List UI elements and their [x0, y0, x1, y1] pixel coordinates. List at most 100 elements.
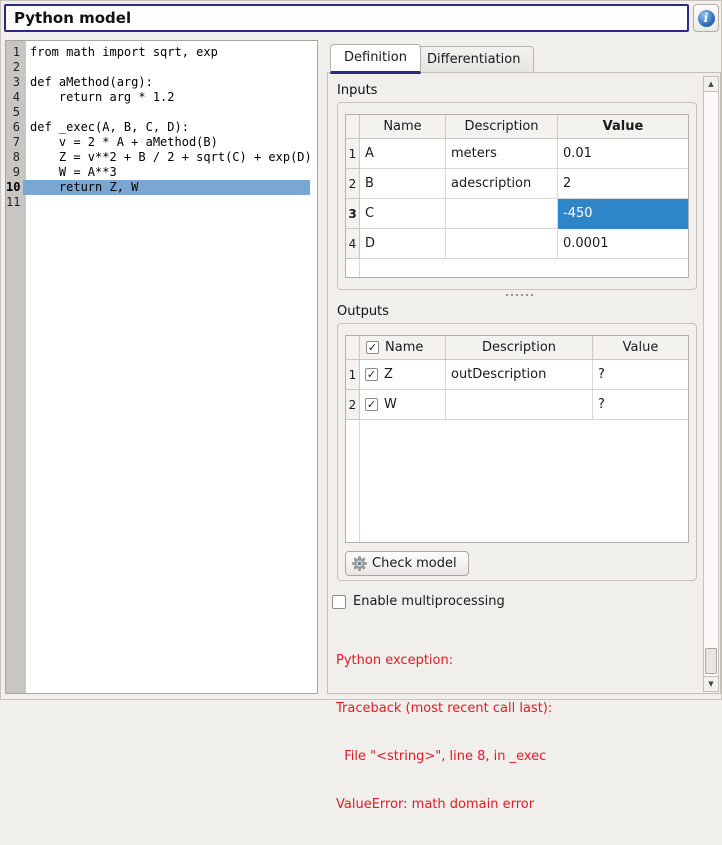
enable-multiprocessing-label: Enable multiprocessing: [353, 594, 505, 609]
vertical-scrollbar[interactable]: ▲ ▼: [703, 76, 719, 692]
inputs-table: Name Description Value 1 A meters 0.01 2…: [345, 114, 689, 278]
code-line: 7 v = 2 * A + aMethod(B): [6, 135, 317, 150]
scrollbar-up-button[interactable]: ▲: [704, 77, 718, 92]
code-line: 4 return arg * 1.2: [6, 90, 317, 105]
inputs-cell-description[interactable]: adescription: [446, 169, 558, 199]
inputs-header-description[interactable]: Description: [446, 115, 558, 139]
inputs-table-empty-area: [346, 259, 360, 277]
inputs-table-empty-area: [360, 259, 688, 277]
inputs-header-name[interactable]: Name: [360, 115, 446, 139]
outputs-corner-header: [346, 336, 360, 360]
code-text[interactable]: v = 2 * A + aMethod(B): [23, 135, 310, 150]
gear-icon: [352, 556, 367, 571]
inputs-group: Name Description Value 1 A meters 0.01 2…: [337, 102, 697, 290]
outputs-header-checkbox[interactable]: ✓: [366, 341, 379, 354]
output-row-checkbox[interactable]: ✓: [365, 398, 378, 411]
code-text[interactable]: [23, 105, 310, 120]
code-line: 6def _exec(A, B, C, D):: [6, 120, 317, 135]
tab-definition[interactable]: Definition: [330, 44, 421, 74]
error-line: File "<string>", line 8, in _exec: [336, 749, 702, 765]
code-text[interactable]: def aMethod(arg):: [23, 75, 310, 90]
code-text[interactable]: [23, 60, 310, 75]
outputs-table: ✓ Name Description Value 1 ✓ Z outDescri…: [345, 335, 689, 543]
arrow-up-icon: ▲: [708, 80, 713, 88]
outputs-cell-name[interactable]: ✓ Z: [360, 360, 446, 390]
scrollbar-down-button[interactable]: ▼: [704, 676, 718, 691]
code-line: 2: [6, 60, 317, 75]
line-number: 9: [6, 165, 23, 180]
output-row-checkbox[interactable]: ✓: [365, 368, 378, 381]
scrollbar-thumb[interactable]: [705, 648, 717, 674]
outputs-section-label: Outputs: [337, 304, 389, 319]
model-name-input[interactable]: [4, 4, 689, 32]
outputs-table-empty-area: [346, 420, 360, 542]
info-button[interactable]: i: [693, 4, 719, 32]
line-number: 4: [6, 90, 23, 105]
inputs-cell-description[interactable]: meters: [446, 139, 558, 169]
tab-differentiation[interactable]: Differentiation: [413, 46, 534, 72]
inputs-row-header[interactable]: 1: [346, 139, 360, 169]
inputs-cell-value[interactable]: 0.01: [558, 139, 688, 169]
inputs-cell-value[interactable]: 0.0001: [558, 229, 688, 259]
code-editor[interactable]: 1from math import sqrt, exp 2 3def aMeth…: [5, 40, 318, 694]
outputs-cell-description[interactable]: [446, 390, 593, 420]
code-text[interactable]: return arg * 1.2: [23, 90, 310, 105]
outputs-cell-name[interactable]: ✓ W: [360, 390, 446, 420]
code-text[interactable]: Z = v**2 + B / 2 + sqrt(C) + exp(D): [23, 150, 312, 165]
code-text[interactable]: from math import sqrt, exp: [23, 45, 310, 60]
definition-panel: Inputs Name Description Value 1 A meters…: [327, 72, 721, 694]
check-model-label: Check model: [372, 556, 457, 571]
output-name-label: W: [384, 397, 397, 412]
outputs-cell-description[interactable]: outDescription: [446, 360, 593, 390]
code-line: 5: [6, 105, 317, 120]
inputs-row-header[interactable]: 4: [346, 229, 360, 259]
line-number: 7: [6, 135, 23, 150]
outputs-cell-value[interactable]: ?: [593, 390, 688, 420]
inputs-cell-value-selected[interactable]: -450: [558, 199, 688, 229]
code-line: 8 Z = v**2 + B / 2 + sqrt(C) + exp(D): [6, 150, 317, 165]
output-name-label: Z: [384, 367, 393, 382]
inputs-cell-name[interactable]: D: [360, 229, 446, 259]
inputs-cell-name[interactable]: C: [360, 199, 446, 229]
error-line: Python exception:: [336, 653, 702, 669]
inputs-cell-value[interactable]: 2: [558, 169, 688, 199]
outputs-cell-value[interactable]: ?: [593, 360, 688, 390]
code-text[interactable]: [23, 195, 310, 210]
inputs-cell-name[interactable]: A: [360, 139, 446, 169]
outputs-row-header[interactable]: 2: [346, 390, 360, 420]
code-text[interactable]: return Z, W: [23, 180, 310, 195]
scrollbar-track[interactable]: [704, 92, 718, 676]
code-line: 9 W = A**3: [6, 165, 317, 180]
outputs-header-name[interactable]: ✓ Name: [360, 336, 446, 360]
check-model-button[interactable]: Check model: [345, 551, 469, 576]
splitter-handle[interactable]: [506, 294, 538, 297]
inputs-row-header[interactable]: 2: [346, 169, 360, 199]
line-number: 6: [6, 120, 23, 135]
error-line: ValueError: math domain error: [336, 797, 702, 813]
inputs-row-header-current[interactable]: 3: [346, 199, 360, 229]
code-line: 11: [6, 195, 317, 210]
outputs-header-description[interactable]: Description: [446, 336, 593, 360]
inputs-section-label: Inputs: [337, 83, 377, 98]
line-number: 8: [6, 150, 23, 165]
inputs-cell-description[interactable]: [446, 229, 558, 259]
enable-multiprocessing-checkbox[interactable]: [332, 595, 346, 609]
code-line: 3def aMethod(arg):: [6, 75, 317, 90]
arrow-down-icon: ▼: [708, 680, 713, 688]
outputs-header-value[interactable]: Value: [593, 336, 688, 360]
code-line: 1from math import sqrt, exp: [6, 45, 317, 60]
line-number: 5: [6, 105, 23, 120]
code-text[interactable]: def _exec(A, B, C, D):: [23, 120, 310, 135]
outputs-table-empty-area: [360, 420, 688, 542]
outputs-group: ✓ Name Description Value 1 ✓ Z outDescri…: [337, 323, 697, 581]
inputs-header-value[interactable]: Value: [558, 115, 688, 139]
outputs-row-header[interactable]: 1: [346, 360, 360, 390]
code-text[interactable]: W = A**3: [23, 165, 310, 180]
line-number: 2: [6, 60, 23, 75]
code-line-selected: 10 return Z, W: [6, 180, 317, 195]
python-exception-message: Python exception: Traceback (most recent…: [336, 621, 702, 845]
inputs-cell-name[interactable]: B: [360, 169, 446, 199]
error-line: Traceback (most recent call last):: [336, 701, 702, 717]
inputs-cell-description[interactable]: [446, 199, 558, 229]
info-icon: i: [698, 10, 715, 27]
